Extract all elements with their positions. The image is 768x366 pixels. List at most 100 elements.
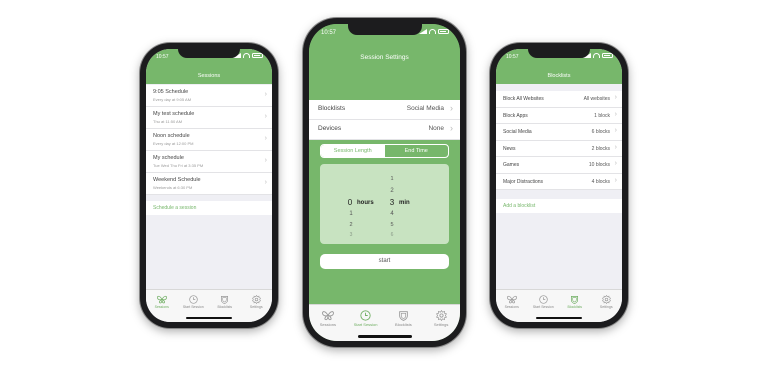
tab-label: Sessions	[319, 322, 336, 327]
center-phone: 10:57 Session Settings Blocklists Social…	[303, 18, 466, 347]
session-mode-segmented-control: Session Length End Time	[320, 144, 449, 158]
gear-icon	[601, 293, 611, 305]
chevron-right-icon: ›	[614, 143, 617, 151]
chevron-right-icon: ›	[264, 135, 267, 142]
home-indicator	[536, 317, 582, 319]
blocklist-name: Games	[503, 162, 520, 168]
chevron-right-icon: ›	[450, 123, 453, 133]
chevron-right-icon: ›	[614, 110, 617, 118]
blocklist-count: 2 blocks	[591, 145, 610, 152]
schedule-name: My test schedule	[153, 111, 195, 117]
add-blocklist-link[interactable]: Add a blocklist	[496, 199, 622, 213]
clock-icon	[189, 293, 198, 305]
schedule-list: 9:05 Schedule Every day at 9:05 AM › My …	[146, 85, 272, 195]
hours-selected: 0	[347, 198, 353, 207]
tab-label: Blocklists	[217, 305, 233, 309]
right-phone: 10:57 Blocklists Block All Websites All …	[490, 43, 628, 328]
segment-session-length[interactable]: Session Length	[321, 145, 385, 157]
blocklists-screen: 10:57 Blocklists Block All Websites All …	[496, 49, 622, 322]
schedule-row[interactable]: Noon schedule Every day at 12:00 PM ›	[146, 129, 272, 151]
tab-label: Settings	[249, 305, 263, 309]
tab-label: Blocklists	[567, 305, 583, 309]
schedule-row[interactable]: My schedule Tue Wed Thu Fri at 3:35 PM ›	[146, 151, 272, 173]
minutes-option: 5	[390, 222, 394, 228]
gear-icon	[435, 308, 447, 322]
schedule-name: Weekend Schedule	[153, 177, 201, 183]
blocklists-row[interactable]: Blocklists Social Media ›	[309, 100, 460, 120]
tab-label: Settings	[433, 322, 449, 327]
row-label: Devices	[318, 125, 342, 132]
hours-option: 2	[349, 222, 353, 228]
schedule-name: Noon schedule	[153, 133, 190, 139]
notch	[178, 49, 240, 58]
chevron-right-icon: ›	[614, 127, 617, 134]
blocklist-name: Block Apps	[503, 112, 528, 119]
tab-sessions[interactable]: Sessions	[496, 290, 528, 322]
segment-end-time[interactable]: End Time	[385, 145, 449, 157]
minutes-option: 2	[390, 188, 394, 194]
session-settings-screen: 10:57 Session Settings Blocklists Social…	[309, 24, 460, 341]
schedule-row[interactable]: 9:05 Schedule Every day at 9:05 AM ›	[146, 85, 272, 107]
schedule-detail: Thu at 11:50 AM	[153, 119, 183, 124]
tab-label: Blocklists	[395, 322, 412, 327]
tab-label: Settings	[599, 305, 613, 309]
blocklist-row[interactable]: Major Distractions 4 blocks ›	[496, 174, 622, 190]
tab-label: Start Session	[182, 305, 204, 309]
hours-option: 1	[349, 211, 353, 217]
blocklist-count: 6 blocks	[591, 129, 610, 135]
blocklist-name: Social Media	[503, 129, 532, 135]
blocklist-row[interactable]: Block Apps 1 block ›	[496, 108, 622, 124]
blocklist-count: All websites	[583, 96, 610, 102]
schedule-name: My schedule	[153, 155, 184, 161]
chevron-right-icon: ›	[264, 157, 267, 164]
wifi-icon	[429, 29, 436, 34]
row-value: Social Media	[406, 105, 444, 112]
row-label: Blocklists	[318, 105, 346, 112]
schedule-detail: Every day at 9:05 AM	[153, 97, 192, 102]
wifi-icon	[593, 53, 600, 58]
minutes-option: 1	[390, 176, 394, 182]
tab-settings[interactable]: Settings	[591, 290, 623, 322]
status-time: 10:57	[156, 54, 169, 60]
hours-unit-label: hours	[357, 200, 374, 206]
butterfly-icon	[506, 293, 517, 305]
tab-settings[interactable]: Settings	[241, 290, 273, 322]
blocklist-row[interactable]: Block All Websites All websites ›	[496, 91, 622, 108]
minutes-option: 6	[390, 232, 394, 238]
tab-sessions[interactable]: Sessions	[146, 290, 178, 322]
notch	[528, 49, 590, 58]
tab-settings[interactable]: Settings	[422, 305, 460, 341]
gear-icon	[251, 293, 261, 305]
chevron-right-icon: ›	[264, 179, 267, 186]
butterfly-icon	[321, 308, 334, 322]
chevron-right-icon: ›	[614, 176, 617, 184]
tab-label: Sessions	[504, 305, 519, 309]
status-time: 10:57	[506, 54, 519, 60]
status-time: 10:57	[321, 30, 337, 36]
home-indicator	[186, 317, 232, 319]
devices-row[interactable]: Devices None ›	[309, 120, 460, 140]
schedule-session-link[interactable]: Schedule a session	[146, 201, 272, 215]
blocklist-row[interactable]: Social Media 6 blocks ›	[496, 124, 622, 141]
schedule-name: 9:05 Schedule	[153, 89, 189, 95]
start-button[interactable]: start	[320, 254, 449, 269]
clock-icon	[360, 308, 371, 322]
schedule-row[interactable]: Weekend Schedule Weekends at 6:30 PM ›	[146, 173, 272, 195]
shield-icon	[398, 308, 409, 322]
blocklist-row[interactable]: Games 10 blocks ›	[496, 157, 622, 174]
schedule-row[interactable]: My test schedule Thu at 11:50 AM ›	[146, 107, 272, 129]
tab-sessions[interactable]: Sessions	[309, 305, 347, 341]
chevron-right-icon: ›	[614, 94, 617, 101]
hours-option: 3	[349, 232, 353, 238]
blocklist-row[interactable]: News 2 blocks ›	[496, 141, 622, 157]
battery-icon	[438, 29, 449, 34]
settings-list: Blocklists Social Media › Devices None ›	[309, 100, 460, 140]
page-title: Blocklists	[547, 73, 571, 79]
blocklist-name: Major Distractions	[503, 178, 544, 185]
chevron-right-icon: ›	[264, 91, 267, 98]
duration-picker[interactable]: 0 hours 1 2 3 1 2 3 min 4 5 6	[320, 164, 449, 244]
minutes-selected: 3	[389, 198, 395, 207]
status-icons	[419, 29, 449, 34]
page-title: Sessions	[197, 73, 221, 79]
schedule-detail: Weekends at 6:30 PM	[153, 185, 193, 190]
